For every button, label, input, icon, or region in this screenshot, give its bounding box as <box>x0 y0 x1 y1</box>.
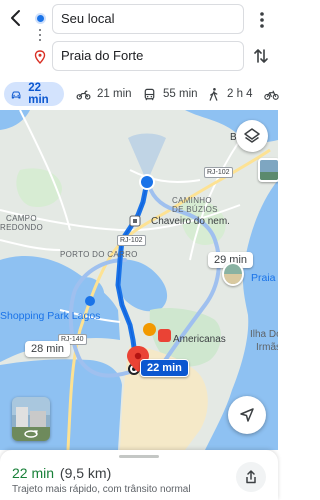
sheet-drag-handle[interactable] <box>119 455 159 458</box>
poi-shopping-icon[interactable] <box>158 329 171 342</box>
route-summary-line: 22 min (9,5 km) <box>12 465 111 481</box>
tab-car-label: 22 min <box>28 82 49 106</box>
directions-header: Seu local Praia do Forte <box>0 0 278 80</box>
bicycle-icon <box>264 89 279 100</box>
route-summary-sheet[interactable]: 22 min (9,5 km) Trajeto mais rápido, com… <box>0 450 278 500</box>
tab-transit[interactable]: 55 min <box>136 82 204 106</box>
tab-car[interactable]: 22 min <box>4 82 64 106</box>
tab-bike[interactable] <box>258 82 285 106</box>
tab-walk[interactable]: 2 h 4 <box>200 82 259 106</box>
navigation-button[interactable] <box>228 396 266 434</box>
poi-food-icon[interactable] <box>143 323 156 336</box>
origin-dot-icon <box>37 15 44 22</box>
area-label-redondo: REDONDO <box>0 223 43 232</box>
place-label-chaveiro: Chaveiro do nem. <box>151 216 230 227</box>
more-vert-icon <box>260 12 264 28</box>
place-label-praia: Praia d <box>251 272 278 284</box>
swap-route-button[interactable] <box>252 46 270 66</box>
swap-vert-icon <box>254 49 268 63</box>
building <box>30 411 46 427</box>
map-view[interactable]: CAMINHO DE BÚZIOS CAMPO REDONDO PORTO DO… <box>0 110 278 450</box>
alt-route-time-left[interactable]: 28 min <box>25 341 71 357</box>
poi-shopping-mall-icon[interactable] <box>85 296 95 306</box>
destination-pin-icon <box>34 50 46 64</box>
layers-button[interactable] <box>236 120 268 152</box>
route-endpoints-indicator <box>34 12 46 68</box>
share-icon <box>246 470 256 484</box>
route-description: Trajeto mais rápido, com trânsito normal <box>12 484 191 495</box>
navigation-arrow-icon <box>240 408 254 422</box>
route-distance: (9,5 km) <box>59 465 112 481</box>
walk-icon <box>209 87 218 101</box>
place-label-shopping: Shopping Park Lagos <box>0 310 101 322</box>
place-photo-thumbnail[interactable] <box>258 158 278 182</box>
building <box>16 407 28 427</box>
transit-icon <box>144 88 155 100</box>
connector-dot <box>39 29 41 31</box>
travel-mode-tabs: 22 min 21 min 55 min 2 h 4 <box>0 82 279 108</box>
place-label-irmas: Irmãs <box>256 342 278 353</box>
back-button[interactable] <box>6 6 26 30</box>
origin-field[interactable]: Seu local <box>52 4 244 34</box>
street-view-button[interactable] <box>12 397 50 441</box>
connector-dot <box>39 39 41 41</box>
area-label-caminho-de-buzios: CAMINHO DE BÚZIOS <box>172 196 218 214</box>
photo-ground <box>260 172 278 180</box>
back-arrow-icon <box>11 10 20 26</box>
street-view-rotate-icon <box>24 430 38 438</box>
tab-transit-label: 55 min <box>163 88 198 100</box>
main-route-time[interactable]: 22 min <box>140 359 189 377</box>
praia-photo-thumbnail[interactable] <box>222 262 244 286</box>
car-icon <box>11 90 21 98</box>
area-label-campo: CAMPO <box>6 214 37 223</box>
layers-icon <box>244 128 260 143</box>
tab-motorcycle[interactable]: 21 min <box>70 82 138 106</box>
destination-field[interactable]: Praia do Forte <box>52 41 244 71</box>
more-options-button[interactable] <box>254 10 270 30</box>
connector-dot <box>39 34 41 36</box>
road-shield-rj102: RJ-102 <box>117 235 146 246</box>
area-label-porto-do-carro: PORTO DO CARRO <box>60 250 138 259</box>
route-duration: 22 min <box>12 465 55 481</box>
place-label-americanas: Americanas <box>173 334 226 345</box>
tab-motorcycle-label: 21 min <box>97 88 132 100</box>
road-shield-rj102: RJ-102 <box>204 167 233 178</box>
share-button[interactable] <box>236 462 266 492</box>
place-label-ilha: Ilha Do <box>250 329 278 340</box>
motorcycle-icon <box>76 90 91 100</box>
tab-walk-label: 2 h 4 <box>227 88 253 100</box>
